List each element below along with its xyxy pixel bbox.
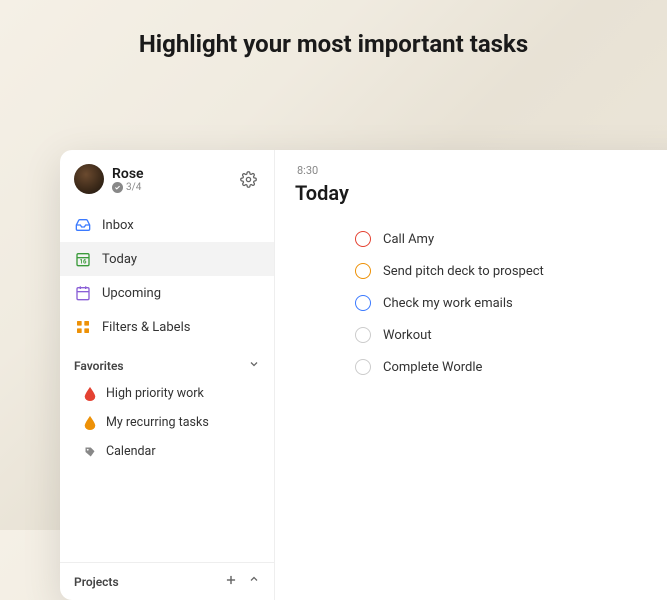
today-icon: 16 (74, 250, 92, 268)
favorite-item[interactable]: High priority work (60, 379, 274, 408)
time-label: 8:30 (297, 164, 667, 177)
projects-header[interactable]: Projects (60, 562, 274, 600)
task-label: Send pitch deck to prospect (383, 264, 544, 279)
nav-upcoming[interactable]: Upcoming (60, 276, 274, 310)
drop-icon (84, 416, 96, 430)
task-label: Check my work emails (383, 296, 513, 311)
check-badge-icon (112, 182, 123, 193)
task-item[interactable]: Call Amy (355, 223, 667, 255)
favorite-label: My recurring tasks (106, 415, 209, 430)
app-window: Rose 3/4 Inbox (60, 150, 667, 600)
task-item[interactable]: Workout (355, 319, 667, 351)
favorite-label: High priority work (106, 386, 204, 401)
tag-icon (84, 445, 96, 459)
task-checkbox[interactable] (355, 327, 371, 343)
main-title: Today (295, 181, 667, 205)
favorite-item[interactable]: My recurring tasks (60, 408, 274, 437)
task-label: Call Amy (383, 232, 434, 247)
task-checkbox[interactable] (355, 231, 371, 247)
nav-filters[interactable]: Filters & Labels (60, 310, 274, 344)
settings-button[interactable] (236, 167, 260, 191)
svg-text:16: 16 (80, 259, 87, 266)
task-list: Call Amy Send pitch deck to prospect Che… (295, 223, 667, 383)
nav-list: Inbox 16 Today Upcoming Filters & Labels (60, 204, 274, 348)
nav-inbox-label: Inbox (102, 218, 134, 233)
inbox-icon (74, 216, 92, 234)
favorite-item[interactable]: Calendar (60, 437, 274, 466)
nav-upcoming-label: Upcoming (102, 286, 161, 301)
nav-filters-label: Filters & Labels (102, 320, 190, 335)
add-project-button[interactable] (224, 573, 238, 590)
nav-today[interactable]: 16 Today (60, 242, 274, 276)
hero-title: Highlight your most important tasks (0, 30, 667, 58)
filters-icon (74, 318, 92, 336)
task-checkbox[interactable] (355, 263, 371, 279)
user-stats: 3/4 (112, 182, 144, 193)
task-label: Workout (383, 328, 432, 343)
user-stats-text: 3/4 (126, 182, 141, 193)
favorite-label: Calendar (106, 444, 156, 459)
chevron-down-icon (248, 358, 260, 373)
task-item[interactable]: Check my work emails (355, 287, 667, 319)
task-item[interactable]: Complete Wordle (355, 351, 667, 383)
nav-inbox[interactable]: Inbox (60, 208, 274, 242)
main-content: 8:30 Today Call Amy Send pitch deck to p… (275, 150, 667, 600)
upcoming-icon (74, 284, 92, 302)
projects-header-label: Projects (74, 575, 119, 589)
drop-icon (84, 387, 96, 401)
task-item[interactable]: Send pitch deck to prospect (355, 255, 667, 287)
user-name: Rose (112, 166, 144, 182)
sidebar: Rose 3/4 Inbox (60, 150, 275, 600)
favorites-list: High priority work My recurring tasks Ca… (60, 379, 274, 466)
task-checkbox[interactable] (355, 295, 371, 311)
task-label: Complete Wordle (383, 360, 482, 375)
task-checkbox[interactable] (355, 359, 371, 375)
chevron-up-icon[interactable] (248, 573, 260, 590)
user-row[interactable]: Rose 3/4 (60, 150, 274, 204)
favorites-header-label: Favorites (74, 359, 124, 373)
nav-today-label: Today (102, 252, 137, 267)
favorites-header[interactable]: Favorites (60, 348, 274, 379)
avatar (74, 164, 104, 194)
